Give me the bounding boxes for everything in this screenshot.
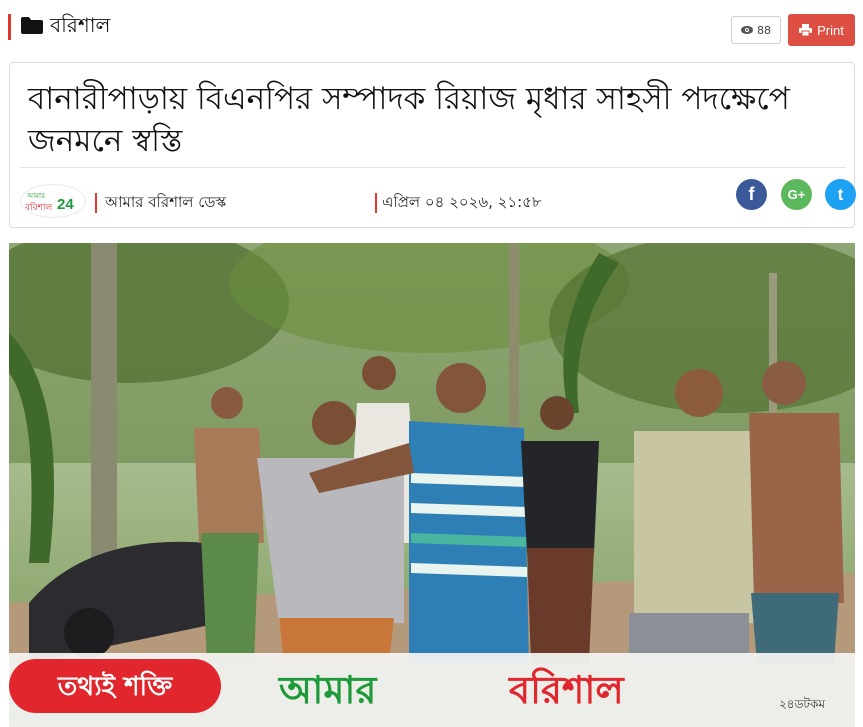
views-count: 88	[757, 23, 771, 37]
facebook-icon: f	[748, 184, 755, 204]
banner-slogan: তথ্যই শক্তি	[57, 670, 174, 702]
printer-icon	[799, 24, 813, 36]
article-date: এপ্রিল ০৪ ২০২৬, ২১:৫৮	[382, 193, 542, 211]
article-author[interactable]: আমার বরিশাল ডেস্ক	[105, 191, 226, 216]
site-logo-graphic: আমার বরিশাল 24	[24, 192, 74, 213]
folder-icon	[21, 17, 43, 34]
photo-watermark-banner: তথ্যই শক্তি আমার বরিশাল ২৪ডটকম	[9, 653, 855, 727]
article-title: বানারীপাড়ায় বিএনপির সম্পাদক রিয়াজ মৃধ…	[28, 81, 790, 159]
featured-photo: তথ্যই শক্তি আমার বরিশাল ২৪ডটকম	[9, 243, 855, 727]
category-link[interactable]: বরিশাল	[50, 12, 110, 38]
article-header-card: বানারীপাড়ায় বিএনপির সম্পাদক রিয়াজ মৃধ…	[9, 62, 856, 228]
banner-domain: ২৪ডটকম	[779, 697, 825, 711]
twitter-share-button[interactable]: t	[825, 179, 856, 210]
top-bar: বরিশাল 88 Print	[0, 0, 863, 56]
date-separator	[375, 193, 377, 213]
print-button[interactable]: Print	[788, 14, 855, 46]
divider	[20, 167, 846, 168]
logo-line2: বরিশাল	[24, 202, 52, 213]
google-plus-share-button[interactable]: G+	[781, 179, 812, 210]
banner-brand-part1: আমার	[277, 668, 377, 712]
google-plus-icon: G+	[787, 187, 806, 202]
views-counter: 88	[731, 16, 781, 44]
twitter-icon: t	[837, 184, 844, 204]
author-separator	[95, 193, 97, 213]
logo-number: 24	[57, 196, 74, 213]
logo-line1: আমার	[26, 192, 45, 200]
photo-scene: তথ্যই শক্তি আমার বরিশাল ২৪ডটকম	[9, 243, 855, 727]
eye-icon	[741, 26, 753, 34]
category-accent-bar	[8, 14, 11, 40]
facebook-share-button[interactable]: f	[736, 179, 767, 210]
print-label: Print	[817, 22, 844, 38]
site-logo[interactable]: আমার বরিশাল 24	[20, 184, 86, 218]
banner-brand-part2: বরিশাল	[507, 667, 625, 712]
